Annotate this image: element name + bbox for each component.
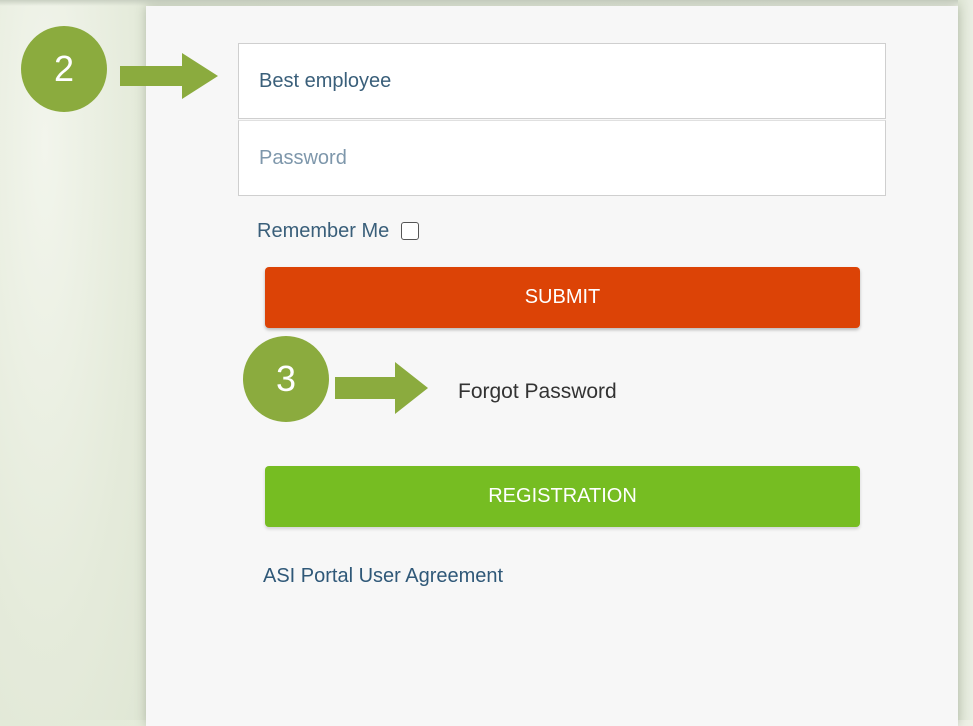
step-3-marker: 3	[243, 336, 329, 422]
forgot-password-link[interactable]: Forgot Password	[458, 380, 617, 404]
step-2-marker: 2	[21, 26, 107, 112]
step-2-number: 2	[53, 48, 75, 89]
registration-button[interactable]: REGISTRATION	[265, 466, 860, 527]
arrow-right-icon	[120, 53, 218, 99]
step-3-number: 3	[275, 358, 297, 399]
remember-me-row: Remember Me	[257, 217, 420, 245]
username-input[interactable]	[238, 43, 886, 119]
arrow-right-icon	[335, 362, 428, 414]
user-agreement-link[interactable]: ASI Portal User Agreement	[263, 565, 503, 588]
right-margin	[958, 0, 973, 720]
submit-button[interactable]: SUBMIT	[265, 267, 860, 328]
remember-me-label: Remember Me	[257, 219, 390, 242]
remember-me-checkbox[interactable]	[401, 222, 420, 240]
password-input[interactable]	[238, 120, 886, 196]
